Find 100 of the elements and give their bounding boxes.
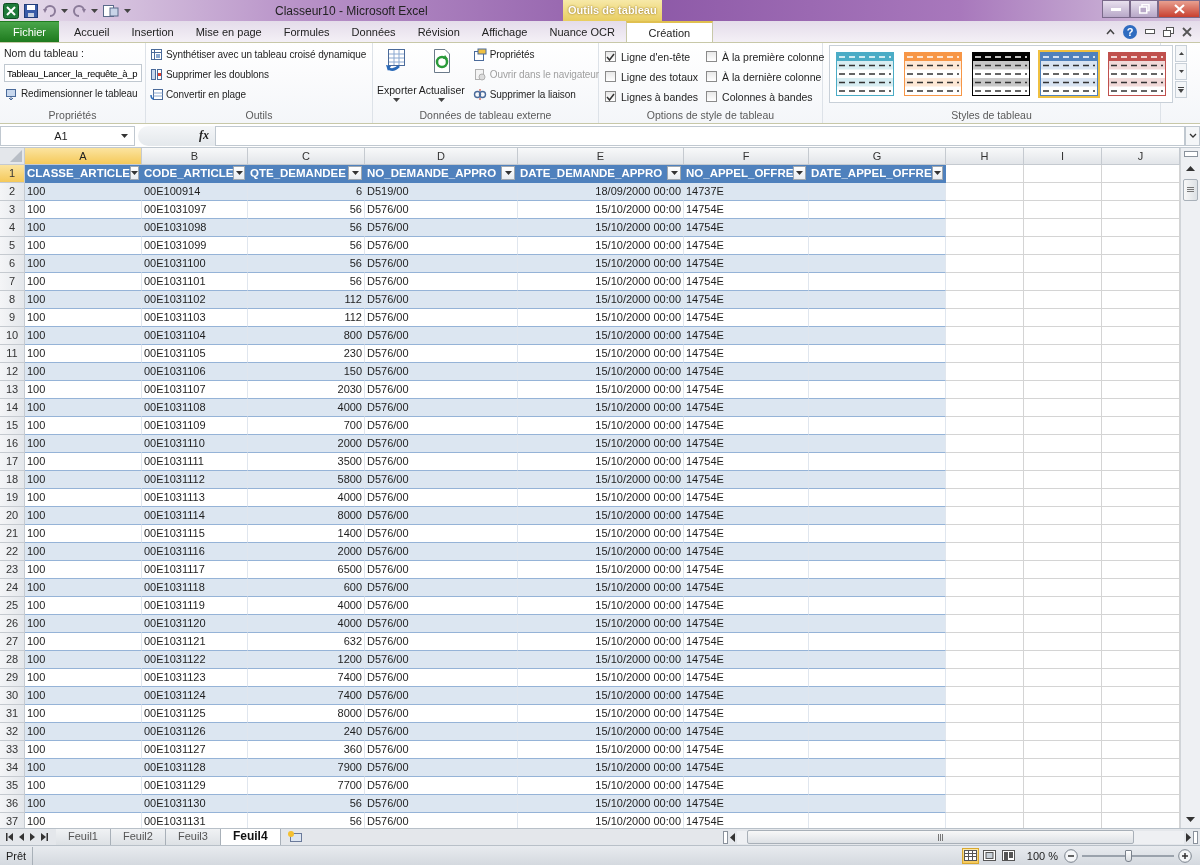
gallery-down-button[interactable] [1175,63,1187,80]
remove-duplicates-button[interactable]: Supprimer les doublons [150,66,367,83]
checkbox[interactable] [605,71,616,82]
resize-table-button[interactable]: Redimensionner le tableau [4,85,142,102]
name-box[interactable]: A1 [0,125,135,146]
export-button[interactable]: Exporter [377,46,417,108]
filter-dropdown-button[interactable] [667,166,681,181]
excel-logo-icon[interactable] [3,2,19,19]
ribbon-tab[interactable]: Fichier [0,21,59,42]
ribbon-tab[interactable]: Affichage [470,21,539,42]
table-cell: 100 [25,668,142,687]
ribbon-tab[interactable]: Nuance OCR [538,21,626,42]
insert-function-button[interactable]: fx [199,128,209,144]
pivot-table-button[interactable]: Synthétiser avec un tableau croisé dynamique [150,46,367,63]
checkbox-label[interactable]: Ligne des totaux [621,70,699,83]
resize-table-icon [4,87,18,100]
close-button[interactable] [1158,0,1200,18]
table-cell: 100 [25,632,142,651]
table-cell: 15/10/2000 00:00 [518,704,684,723]
filter-dropdown-button[interactable] [129,166,139,181]
filter-dropdown-button[interactable] [793,166,806,181]
sheet-tab[interactable]: Feuil2 [110,829,166,846]
save-icon[interactable] [24,3,38,18]
gallery-more-button[interactable] [1175,81,1187,98]
minimize-workbook-icon[interactable] [1145,29,1155,34]
sheet-tab[interactable]: Feuil4 [220,829,281,846]
table-cell: D576/00 [365,740,518,759]
sheet-tab[interactable]: Feuil1 [56,829,111,846]
help-button[interactable]: ? [1123,24,1137,39]
checkbox[interactable] [706,51,718,62]
checkbox[interactable] [706,91,718,102]
slider-thumb[interactable] [1125,849,1132,862]
checkbox-label[interactable]: À la dernière colonne [722,70,822,83]
checkbox-label[interactable]: Lignes à bandes [621,90,699,103]
split-handle-icon[interactable] [723,830,728,844]
table-cell: 15/10/2000 00:00 [518,380,684,399]
checkbox[interactable] [605,51,616,62]
split-handle-icon[interactable] [1193,830,1198,844]
formula-input[interactable] [215,125,1185,146]
zoom-out-button[interactable] [1064,848,1078,863]
filter-dropdown-button[interactable] [501,166,515,181]
page-layout-view-button[interactable] [980,847,998,864]
redo-icon[interactable] [73,4,86,17]
checkbox-label[interactable]: À la première colonne [722,50,825,63]
previous-sheet-icon[interactable] [19,833,24,842]
convert-to-range-button[interactable]: Convertir en plage [150,86,367,103]
new-sheet-icon[interactable] [286,830,303,844]
page-break-view-button[interactable] [999,847,1017,864]
scrollbar-thumb[interactable] [1183,178,1198,201]
filter-dropdown-button[interactable] [931,166,943,181]
filter-dropdown-button[interactable] [233,166,245,181]
table-cell: 15/10/2000 00:00 [518,740,684,759]
next-sheet-icon[interactable] [30,833,35,842]
dropdown-caret-icon [235,171,243,176]
ribbon-tab[interactable]: Révision [406,21,471,42]
ribbon-tab[interactable]: Accueil [63,21,121,42]
collapse-ribbon-icon[interactable] [1106,28,1115,35]
checkbox[interactable] [706,71,718,82]
table-cell: 14754E [684,200,809,219]
checkbox-label[interactable]: Colonnes à bandes [722,90,813,103]
refresh-button[interactable]: Actualiser [418,46,465,108]
normal-view-button[interactable] [961,847,979,864]
restore-workbook-icon[interactable] [1163,26,1174,37]
properties-button[interactable]: Propriétés [472,46,600,63]
split-handle-icon[interactable] [1182,149,1200,158]
minimize-button[interactable] [1102,0,1130,18]
filter-dropdown-button[interactable] [348,166,362,181]
ribbon-tab[interactable]: Mise en page [184,21,273,42]
zoom-in-button[interactable] [1178,848,1192,863]
restore-button[interactable] [1130,0,1158,18]
pivot-table-icon [150,48,163,61]
form-icon[interactable] [103,3,119,18]
zoom-level[interactable]: 100 % [1016,849,1064,862]
first-sheet-icon[interactable] [6,833,13,842]
unlink-button[interactable]: Supprimer la liaison [472,86,600,103]
table-cell: 00E1031099 [142,236,248,255]
ribbon-tab[interactable]: Création [625,21,713,42]
table-cell: D576/00 [365,452,518,471]
checkbox[interactable] [605,91,616,102]
plus-icon [1178,848,1192,863]
close-workbook-icon[interactable] [1182,26,1192,37]
sheet-tab[interactable]: Feuil3 [165,829,221,846]
scrollbar-thumb[interactable] [747,830,1134,845]
table-cell: 14754E [684,488,809,507]
ribbon-tab[interactable]: Données [340,21,407,42]
table-cell: 2030 [248,380,365,399]
undo-icon[interactable] [43,4,56,17]
redo-menu-caret-icon [91,8,98,13]
ribbon-tab[interactable]: Formules [272,21,341,42]
table-cell: 14754E [684,452,809,471]
table-cell: 100 [25,452,142,471]
last-sheet-icon[interactable] [41,833,48,842]
table-name-field[interactable]: Tableau_Lancer_la_requête_à_p [4,64,142,82]
table-cell: 15/10/2000 00:00 [518,560,684,579]
checkbox-label[interactable]: Ligne d'en-tête [621,50,691,63]
ribbon-tab[interactable]: Insertion [120,21,185,42]
table-cell: D576/00 [365,560,518,579]
gallery-up-button[interactable] [1175,45,1187,62]
table-cell: D576/00 [365,380,518,399]
expand-formula-bar-button[interactable] [1185,125,1200,146]
